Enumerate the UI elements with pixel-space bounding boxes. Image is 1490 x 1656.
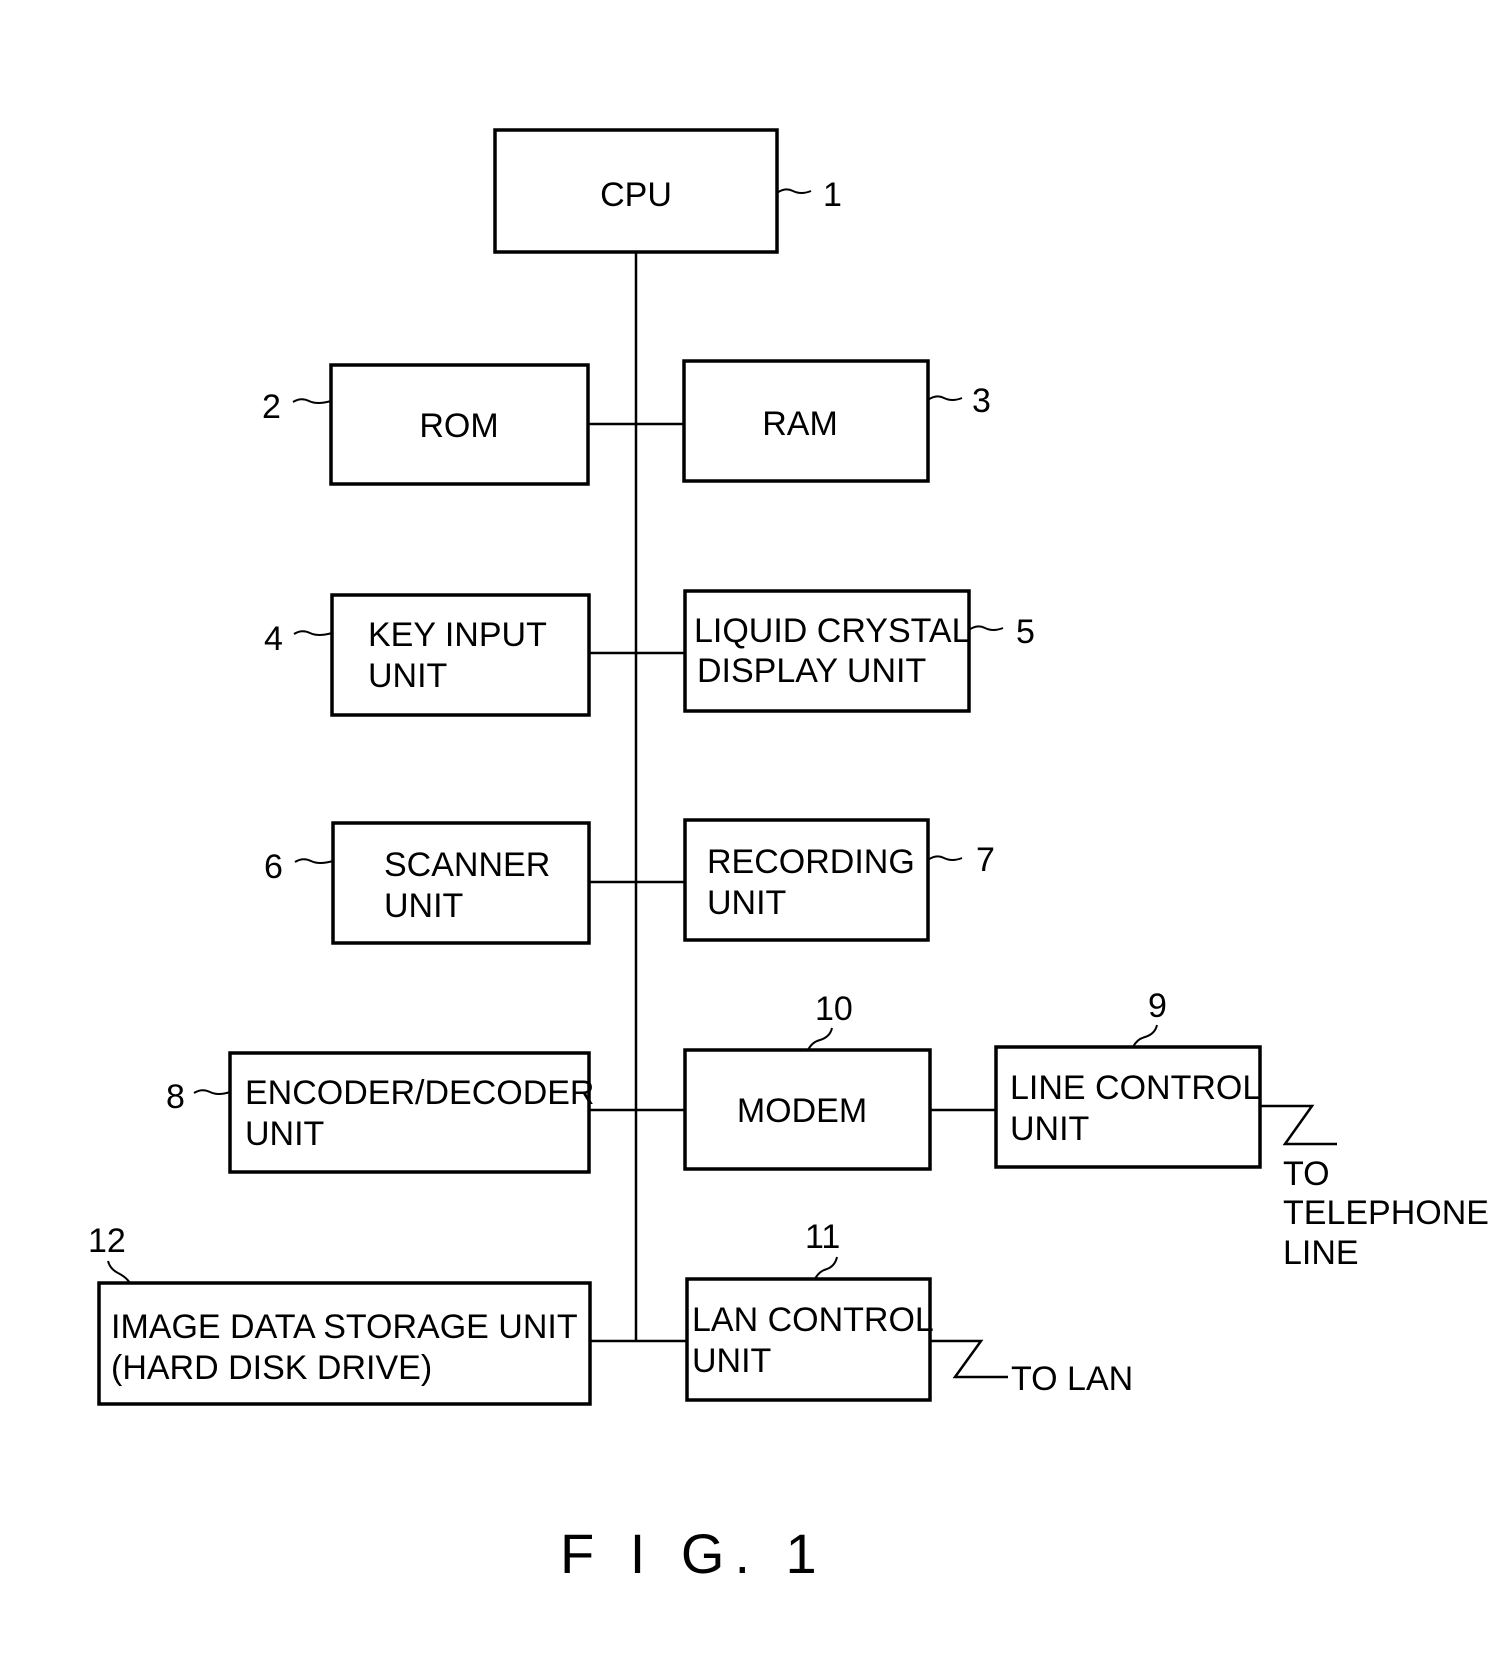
rom-block: ROM: [329, 363, 590, 486]
ref-number-6: 6: [264, 848, 283, 886]
ref-number-1: 1: [823, 176, 842, 214]
lan-connector: [930, 1339, 1008, 1379]
modem-block: MODEM: [683, 1048, 932, 1171]
ref-leader-8: [193, 1089, 231, 1095]
key-input-label-line1: KEY INPUT: [368, 616, 547, 654]
line-control-label-line1: LINE CONTROL: [1010, 1069, 1261, 1107]
ref-number-3: 3: [972, 382, 991, 420]
ram-label: RAM: [762, 405, 838, 443]
ref-leader-11: [814, 1256, 838, 1280]
ref-leader-4: [293, 630, 333, 636]
key-input-block: KEY INPUT UNIT: [330, 593, 591, 717]
encoder-decoder-label-line1: ENCODER/DECODER: [245, 1074, 594, 1112]
to-telephone-label-line1: TO: [1283, 1155, 1330, 1193]
ref-leader-9: [1132, 1024, 1158, 1048]
ref-number-2: 2: [262, 388, 281, 426]
scanner-label-line1: SCANNER: [384, 846, 550, 884]
recording-label-line1: RECORDING: [707, 843, 915, 881]
image-storage-label-line2: (HARD DISK DRIVE): [111, 1349, 432, 1387]
recording-label-line2: UNIT: [707, 884, 786, 922]
to-telephone-label-line2: TELEPHONE: [1283, 1194, 1489, 1232]
ref-number-8: 8: [166, 1078, 185, 1116]
ref-number-5: 5: [1016, 613, 1035, 651]
image-storage-label-line1: IMAGE DATA STORAGE UNIT: [111, 1308, 578, 1346]
lcd-block: LIQUID CRYSTAL DISPLAY UNIT: [683, 589, 971, 713]
block-diagram: CPU 1 ROM 2 RAM 3 KEY INPUT UNIT 4 LIQUI…: [88, 128, 1489, 1585]
encoder-decoder-label-line2: UNIT: [245, 1115, 324, 1153]
ram-block: RAM: [682, 359, 930, 483]
key-input-label-line2: UNIT: [368, 657, 447, 695]
lan-control-block: LAN CONTROL UNIT: [685, 1277, 934, 1402]
ref-leader-12: [107, 1260, 131, 1284]
lan-control-label-line2: UNIT: [692, 1342, 771, 1380]
lan-control-label-line1: LAN CONTROL: [692, 1301, 934, 1339]
ref-leader-5: [968, 625, 1004, 631]
scanner-label-line2: UNIT: [384, 887, 463, 925]
ref-leader-7: [927, 855, 963, 861]
recording-block: RECORDING UNIT: [683, 818, 930, 942]
ref-leader-1: [776, 188, 812, 194]
ref-number-7: 7: [976, 841, 995, 879]
ref-leader-6: [294, 858, 334, 864]
figure-caption: F I G. 1: [560, 1522, 827, 1585]
lcd-label-line1: LIQUID CRYSTAL: [694, 612, 970, 650]
lcd-label-line2: DISPLAY UNIT: [697, 652, 926, 690]
line-control-label-line2: UNIT: [1010, 1110, 1089, 1148]
cpu-block: CPU: [493, 128, 779, 254]
ref-leader-3: [927, 395, 963, 401]
image-storage-block: IMAGE DATA STORAGE UNIT (HARD DISK DRIVE…: [97, 1281, 592, 1406]
telephone-line-connector: [1260, 1104, 1337, 1146]
to-telephone-label-line3: LINE: [1283, 1234, 1359, 1272]
line-control-block: LINE CONTROL UNIT: [994, 1045, 1262, 1169]
modem-label: MODEM: [737, 1092, 867, 1130]
ref-number-12: 12: [88, 1222, 126, 1260]
ref-number-10: 10: [815, 990, 853, 1028]
ref-number-4: 4: [264, 620, 283, 658]
rom-label: ROM: [419, 407, 498, 445]
scanner-block: SCANNER UNIT: [331, 821, 591, 945]
ref-leader-2: [292, 398, 332, 404]
ref-number-11: 11: [805, 1218, 840, 1256]
cpu-label: CPU: [600, 176, 672, 214]
ref-number-9: 9: [1148, 987, 1167, 1025]
encoder-decoder-block: ENCODER/DECODER UNIT: [228, 1051, 594, 1174]
to-lan-label: TO LAN: [1011, 1360, 1133, 1398]
ref-leader-10: [807, 1027, 833, 1051]
